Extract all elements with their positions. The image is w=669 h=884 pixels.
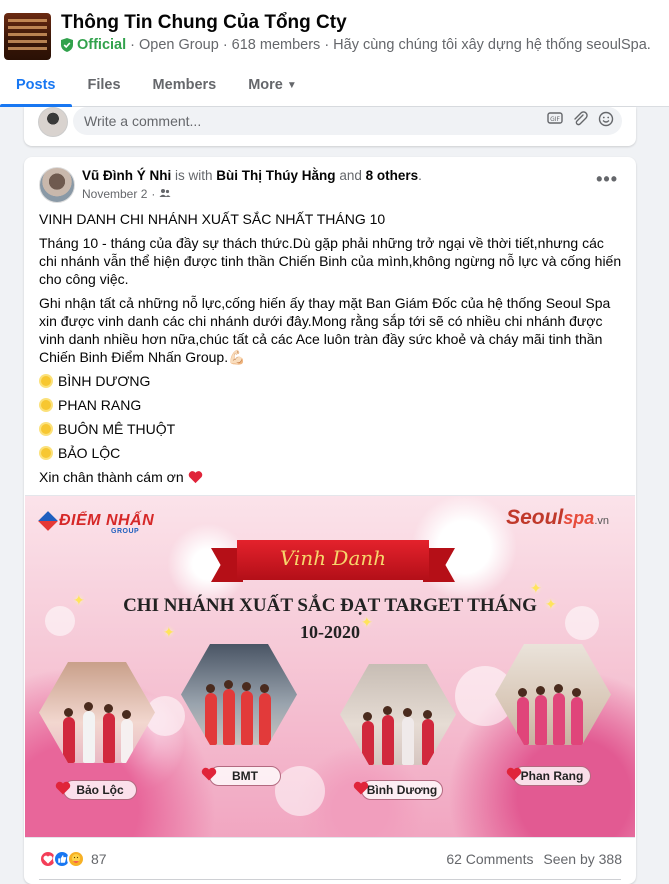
heart-icon	[506, 767, 522, 781]
post-author-line: Vũ Đình Ý Nhi is with Bùi Thị Thúy Hằng …	[82, 168, 422, 183]
branch-photo-phan-rang[interactable]	[495, 644, 611, 745]
sparkle-icon: ✦	[73, 592, 85, 608]
group-privacy: Open Group	[139, 37, 219, 53]
post-paragraph: Tháng 10 - tháng của đầy sự thách thức.D…	[39, 235, 622, 287]
sparkle-icon: ✦	[545, 596, 557, 612]
diem-nhan-logo: ĐIỂM NHẤN GROUP	[38, 511, 154, 535]
list-item: BẢO LỘC	[39, 444, 624, 462]
group-description: Hãy cùng chúng tôi xây dựng hệ thống seo…	[333, 37, 651, 53]
post-date[interactable]: November 2	[82, 187, 147, 201]
attach-icon[interactable]	[572, 111, 588, 130]
post-paragraph: Ghi nhận tất cả những nỗ lực,cống hiến ấ…	[39, 295, 611, 365]
group-title[interactable]: Thông Tin Chung Của Tổng Cty	[61, 12, 347, 34]
gif-icon[interactable]: GIF	[547, 111, 563, 128]
comments-count[interactable]: 62 Comments	[446, 851, 533, 867]
tab-files[interactable]: Files	[72, 64, 137, 106]
tagged-name[interactable]: Bùi Thị Thúy Hằng	[216, 168, 335, 183]
heart-icon	[353, 781, 369, 795]
divider	[39, 879, 621, 880]
avatar[interactable]	[38, 107, 68, 137]
official-badge: Official	[77, 37, 127, 53]
group-audience-icon	[159, 187, 171, 201]
svg-text:GIF: GIF	[550, 116, 560, 123]
banner-headline: CHI NHÁNH XUẤT SẮC ĐẠT TARGET THÁNG	[123, 595, 537, 616]
reactions-summary[interactable]: 87	[39, 850, 107, 868]
vinh-danh-ribbon: Vinh Danh	[211, 536, 455, 586]
reaction-count: 87	[91, 851, 107, 867]
list-item: BÌNH DƯƠNG	[39, 372, 624, 390]
branch-label: Bình Dương	[361, 780, 443, 800]
sparkle-icon: ✦	[361, 614, 373, 630]
sparkle-icon: ✦	[163, 624, 175, 640]
tab-members[interactable]: Members	[137, 64, 233, 106]
post-card: Vũ Đình Ý Nhi is with Bùi Thị Thúy Hằng …	[24, 157, 636, 884]
tab-more[interactable]: More ▼	[232, 64, 313, 106]
comment-placeholder: Write a comment...	[84, 113, 202, 129]
heart-icon	[201, 767, 217, 781]
caret-down-icon: ▼	[286, 79, 297, 91]
heart-emoji-icon	[188, 470, 203, 488]
branch-label: Phan Rang	[513, 766, 591, 786]
branch-photo-bmt[interactable]	[181, 644, 297, 745]
list-item: BUÔN MÊ THUỘT	[39, 420, 624, 438]
sun-emoji-icon	[39, 374, 53, 388]
care-reaction-icon	[67, 850, 85, 868]
previous-post-footer: Write a comment... GIF	[24, 107, 636, 146]
tab-posts[interactable]: Posts	[0, 64, 72, 107]
branch-label: BMT	[209, 766, 281, 786]
more-horiz-icon[interactable]: •••	[596, 169, 618, 190]
seoulspa-logo: Seoulspa.vn	[506, 506, 609, 529]
group-header: Thông Tin Chung Của Tổng Cty Official · …	[0, 0, 669, 107]
group-cover-image[interactable]	[4, 13, 51, 60]
sun-emoji-icon	[39, 422, 53, 436]
sparkle-icon: ✦	[530, 580, 542, 596]
group-tabs: Posts Files Members More ▼	[0, 64, 313, 107]
tagged-others[interactable]: 8 others	[366, 168, 419, 183]
post-headline: VINH DANH CHI NHÁNH XUẤT SẮC NHẤT THÁNG …	[39, 211, 386, 227]
author-avatar[interactable]	[39, 167, 75, 203]
shield-check-icon	[61, 38, 73, 52]
branch-photo-bao-loc[interactable]	[39, 662, 155, 763]
banner-headline-date: 10-2020	[300, 622, 360, 642]
branch-label: Bảo Lộc	[63, 780, 137, 800]
comment-input[interactable]: Write a comment... GIF	[73, 107, 622, 135]
author-name[interactable]: Vũ Đình Ý Nhi	[82, 168, 171, 183]
sun-emoji-icon	[39, 446, 53, 460]
seen-count[interactable]: Seen by 388	[543, 851, 622, 867]
post-body: VINH DANH CHI NHÁNH XUẤT SẮC NHẤT THÁNG …	[39, 210, 624, 494]
post-image[interactable]: ĐIỂM NHẤN GROUP Seoulspa.vn Vinh Danh CHI…	[25, 495, 635, 838]
sun-emoji-icon	[39, 398, 53, 412]
post-stats: 62 Comments Seen by 388	[446, 851, 622, 867]
branch-photo-binh-duong[interactable]	[340, 664, 456, 765]
post-closing: Xin chân thành cám ơn	[39, 468, 624, 488]
group-members-count[interactable]: 618 members	[232, 37, 321, 53]
group-subtitle: Official · Open Group · 618 members · Hã…	[61, 37, 667, 53]
heart-icon	[55, 781, 71, 795]
post-meta: November 2 ·	[82, 187, 171, 201]
list-item: PHAN RANG	[39, 396, 624, 414]
emoji-icon[interactable]	[598, 111, 614, 130]
